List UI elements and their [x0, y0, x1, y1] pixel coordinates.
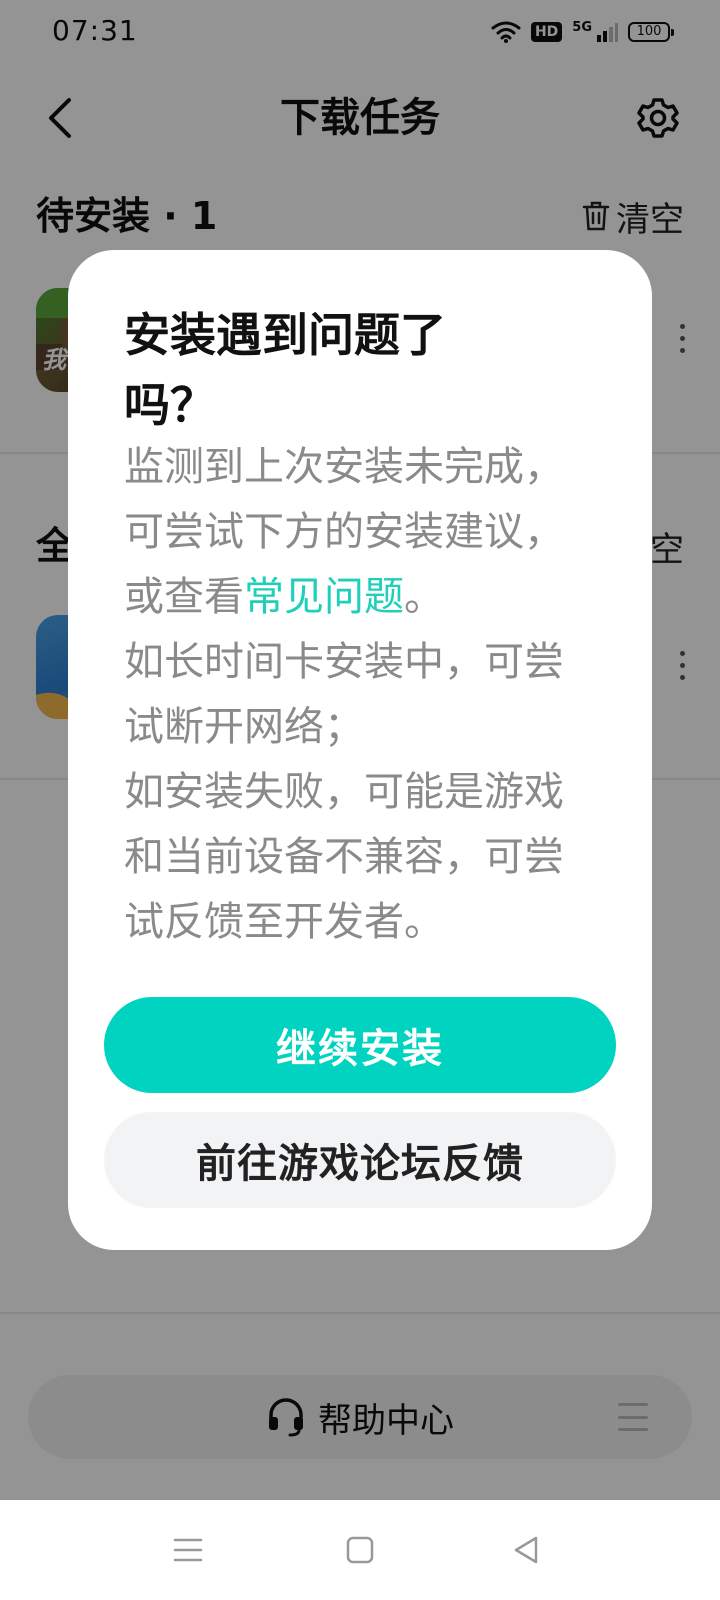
- dialog-paragraph-2: 如长时间卡安装中，可尝试断开网络；: [124, 639, 564, 750]
- continue-install-button[interactable]: 继续安装: [104, 997, 616, 1093]
- dialog-body: 监测到上次安装未完成，可尝试下方的安装建议，或查看常见问题。 如长时间卡安装中，…: [124, 435, 584, 955]
- faq-link[interactable]: 常见问题: [244, 574, 404, 620]
- dialog-title: 安装遇到问题了吗？: [124, 308, 446, 432]
- home-button[interactable]: [340, 1530, 380, 1570]
- system-nav-bar: [0, 1500, 720, 1600]
- dialog-paragraph-1: 监测到上次安装未完成，可尝试下方的安装建议，或查看常见问题。: [124, 435, 584, 630]
- recents-button[interactable]: [168, 1530, 208, 1570]
- menu-icon: [173, 1538, 203, 1562]
- dialog-text: 。: [404, 574, 444, 620]
- home-square-icon: [346, 1536, 374, 1564]
- back-nav-button[interactable]: [506, 1530, 546, 1570]
- dialog-paragraph-3: 如安装失败，可能是游戏和当前设备不兼容，可尝试反馈至开发者。: [124, 769, 564, 945]
- forum-feedback-button[interactable]: 前往游戏论坛反馈: [104, 1112, 616, 1208]
- install-problem-dialog: 安装遇到问题了吗？ 监测到上次安装未完成，可尝试下方的安装建议，或查看常见问题。…: [68, 250, 652, 1250]
- back-triangle-icon: [514, 1536, 538, 1564]
